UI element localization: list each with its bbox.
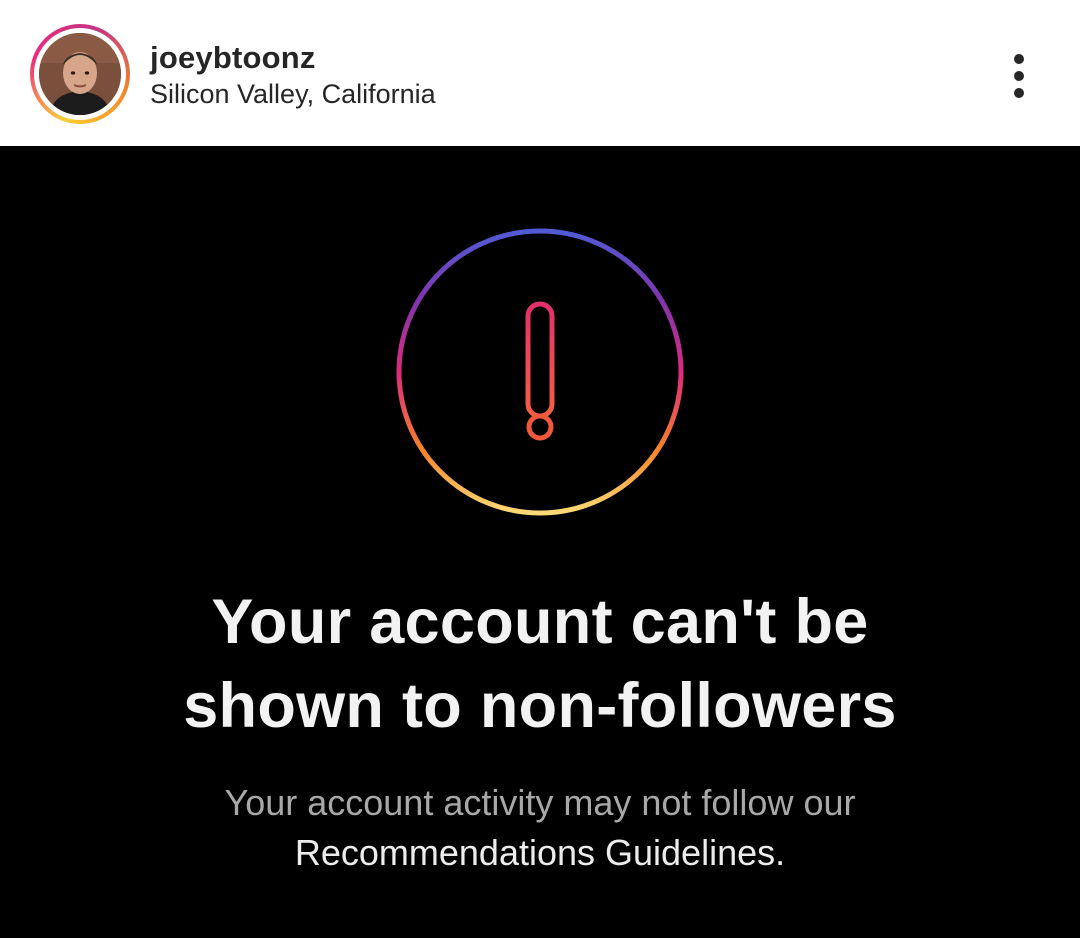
story-ring[interactable] — [30, 24, 130, 124]
post-username[interactable]: joeybtoonz — [150, 40, 316, 76]
more-vertical-icon — [1014, 54, 1024, 64]
post-media[interactable]: Your account can't be shown to non-follo… — [0, 146, 1080, 938]
more-vertical-icon-dot — [1014, 71, 1024, 81]
post-header: joeybtoonz Silicon Valley, California — [0, 0, 1080, 146]
body-line-2: Recommendations Guidelines. — [0, 828, 1080, 878]
notice-body: Your account activity may not follow our… — [0, 778, 1080, 878]
headline-line-1: Your account can't be — [211, 587, 869, 657]
post-location[interactable]: Silicon Valley, California — [150, 79, 436, 110]
body-line-1: Your account activity may not follow our — [224, 782, 856, 823]
notice-headline: Your account can't be shown to non-follo… — [0, 580, 1080, 748]
exclamation-circle-icon — [396, 228, 684, 516]
more-options-button[interactable] — [996, 46, 1042, 106]
more-vertical-icon-dot — [1014, 88, 1024, 98]
avatar-photo — [39, 33, 121, 115]
headline-line-2: shown to non-followers — [183, 671, 897, 741]
body-suffix: . — [775, 832, 786, 873]
recommendations-guidelines-link[interactable]: Recommendations Guidelines — [295, 832, 775, 873]
avatar[interactable] — [39, 33, 121, 115]
